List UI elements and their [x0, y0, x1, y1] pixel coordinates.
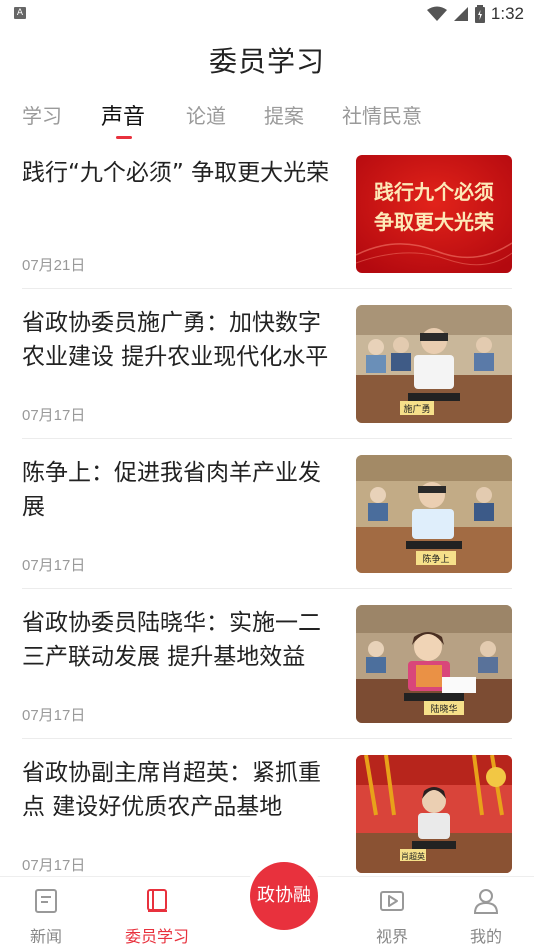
news-title: 省政协副主席肖超英：紧抓重点 建设好优质农产品基地	[22, 760, 321, 820]
page-title: 委员学习	[208, 45, 325, 78]
news-item[interactable]: 省政协委员陆晓华：实施一二三产联动发展 提升基地效益 07月17日 陆晓华	[0, 600, 534, 750]
signal-icon	[453, 7, 468, 21]
tab-study[interactable]: 学习	[22, 100, 62, 129]
status-time: 1:32	[490, 4, 524, 23]
news-title: 省政协委员施广勇：加快数字农业建设 提升农业现代化水平	[22, 310, 329, 370]
thumbnail-nameplate: 肖超英	[401, 851, 425, 861]
nav-news[interactable]: 新闻	[6, 877, 86, 951]
news-title: 省政协委员陆晓华：实施一二三产联动发展 提升基地效益	[22, 610, 321, 670]
list-divider	[22, 288, 512, 289]
category-tabs: 学习 声音 论道 提案 社情民意	[0, 100, 534, 140]
thumbnail-slogan-line-1: 践行九个必须	[374, 180, 494, 204]
news-title: 践行“九个必须” 争取更大光荣	[22, 160, 330, 186]
thumbnail-nameplate: 陈争上	[422, 553, 449, 565]
battery-icon	[474, 5, 485, 23]
nav-profile[interactable]: 我的	[446, 877, 526, 951]
news-date: 07月17日	[22, 557, 86, 574]
news-title: 陈争上：促进我省肉羊产业发展	[22, 460, 321, 520]
nav-label: 视界	[375, 927, 408, 946]
nav-label: 委员学习	[124, 927, 189, 946]
thumbnail-slogan-line-2: 争取更大光荣	[374, 210, 495, 234]
nav-label: 新闻	[29, 927, 62, 946]
tab-proposal[interactable]: 提案	[264, 100, 304, 129]
thumbnail-nameplate: 陆晓华	[430, 703, 457, 715]
news-thumbnail: 施广勇	[356, 305, 512, 423]
news-thumbnail: 陆晓华	[356, 605, 512, 723]
news-date: 07月21日	[22, 257, 86, 274]
news-date: 07月17日	[22, 857, 86, 874]
status-bar: A 1:32	[0, 0, 534, 28]
news-date: 07月17日	[22, 707, 86, 724]
news-item[interactable]: 践行“九个必须” 争取更大光荣 07月21日 践行九个必须 争取更大光荣	[0, 150, 534, 300]
list-divider	[22, 738, 512, 739]
book-icon	[147, 889, 167, 912]
news-thumbnail: 陈争上	[356, 455, 512, 573]
list-divider	[22, 438, 512, 439]
active-tab-indicator	[116, 136, 132, 139]
nav-member-study[interactable]: 委员学习	[117, 877, 197, 951]
news-thumbnail: 肖超英	[356, 755, 512, 873]
thumbnail-nameplate: 施广勇	[403, 403, 430, 415]
zhengxie-center-button[interactable]: 政协融	[250, 862, 318, 930]
news-icon	[35, 889, 57, 913]
tab-public-opinion[interactable]: 社情民意	[342, 100, 422, 129]
status-icons: 1:32	[426, 4, 524, 24]
nav-label: 我的	[469, 927, 502, 946]
list-divider	[22, 588, 512, 589]
app-notification-icon: A	[14, 7, 26, 19]
nav-vision[interactable]: 视界	[352, 877, 432, 951]
news-date: 07月17日	[22, 407, 86, 424]
video-icon	[380, 891, 404, 911]
wifi-icon	[426, 6, 447, 21]
profile-icon	[473, 889, 499, 914]
tab-voice[interactable]: 声音	[101, 99, 145, 131]
news-thumbnail: 践行九个必须 争取更大光荣	[356, 155, 512, 273]
news-item[interactable]: 陈争上：促进我省肉羊产业发展 07月17日 陈争上	[0, 450, 534, 600]
news-item[interactable]: 省政协委员施广勇：加快数字农业建设 提升农业现代化水平 07月17日 施广勇	[0, 300, 534, 450]
tab-discussion[interactable]: 论道	[186, 100, 226, 129]
